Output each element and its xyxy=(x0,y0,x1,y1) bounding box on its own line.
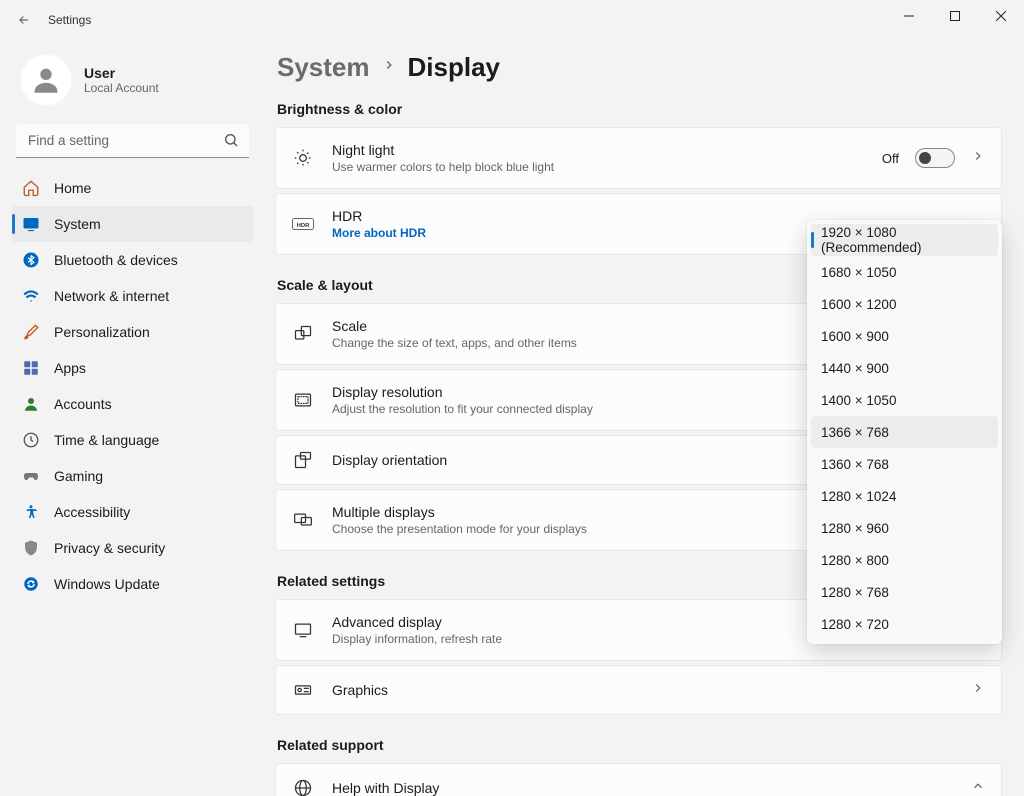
home-icon xyxy=(22,179,40,197)
section-brightness: Brightness & color xyxy=(277,101,1002,117)
resolution-option[interactable]: 1366 × 768 xyxy=(811,416,998,448)
maximize-button[interactable] xyxy=(932,0,978,32)
nav: Home System Bluetooth & devices Network … xyxy=(12,170,253,602)
nav-apps[interactable]: Apps xyxy=(12,350,253,386)
graphics-icon xyxy=(292,680,314,700)
toggle-state: Off xyxy=(882,151,899,166)
resolution-option[interactable]: 1920 × 1080 (Recommended) xyxy=(811,224,998,256)
nav-accounts[interactable]: Accounts xyxy=(12,386,253,422)
nav-label: Gaming xyxy=(54,468,103,484)
nav-bluetooth[interactable]: Bluetooth & devices xyxy=(12,242,253,278)
update-icon xyxy=(22,575,40,593)
search-input[interactable] xyxy=(16,124,249,158)
nav-label: Apps xyxy=(54,360,86,376)
nav-label: Bluetooth & devices xyxy=(54,252,178,268)
chevron-right-icon xyxy=(382,58,396,77)
nav-label: Network & internet xyxy=(54,288,169,304)
resolution-option[interactable]: 1440 × 900 xyxy=(811,352,998,384)
bluetooth-icon xyxy=(22,251,40,269)
nav-label: Privacy & security xyxy=(54,540,165,556)
resolution-option[interactable]: 1600 × 900 xyxy=(811,320,998,352)
user-name: User xyxy=(84,65,159,81)
nav-privacy[interactable]: Privacy & security xyxy=(12,530,253,566)
setting-graphics[interactable]: Graphics xyxy=(275,665,1002,715)
nav-label: Time & language xyxy=(54,432,159,448)
monitor-icon xyxy=(292,620,314,640)
chevron-up-icon xyxy=(971,779,985,796)
resolution-option[interactable]: 1280 × 800 xyxy=(811,544,998,576)
shield-icon xyxy=(22,539,40,557)
nav-personalization[interactable]: Personalization xyxy=(12,314,253,350)
nav-label: Personalization xyxy=(54,324,150,340)
window-controls xyxy=(886,0,1024,32)
svg-text:HDR: HDR xyxy=(297,223,310,229)
back-button[interactable] xyxy=(8,4,40,36)
nav-label: Accounts xyxy=(54,396,112,412)
clock-icon xyxy=(22,431,40,449)
resolution-option[interactable]: 1400 × 1050 xyxy=(811,384,998,416)
user-account-type: Local Account xyxy=(84,81,159,95)
resolution-option[interactable]: 1360 × 768 xyxy=(811,448,998,480)
brush-icon xyxy=(22,323,40,341)
setting-help[interactable]: Help with Display xyxy=(275,763,1002,796)
nav-label: Home xyxy=(54,180,91,196)
sidebar: User Local Account Home System Bluetooth… xyxy=(0,40,265,796)
nav-gaming[interactable]: Gaming xyxy=(12,458,253,494)
nav-update[interactable]: Windows Update xyxy=(12,566,253,602)
gamepad-icon xyxy=(22,467,40,485)
resolution-option[interactable]: 1600 × 1200 xyxy=(811,288,998,320)
setting-subtitle: Use warmer colors to help block blue lig… xyxy=(332,160,864,174)
person-icon xyxy=(22,395,40,413)
breadcrumb-parent[interactable]: System xyxy=(277,52,370,83)
night-light-toggle[interactable] xyxy=(915,148,955,168)
close-button[interactable] xyxy=(978,0,1024,32)
globe-icon xyxy=(292,778,314,796)
nav-system[interactable]: System xyxy=(12,206,253,242)
nav-label: Windows Update xyxy=(54,576,160,592)
resolution-option[interactable]: 1280 × 720 xyxy=(811,608,998,640)
sun-icon xyxy=(292,148,314,168)
setting-title: Night light xyxy=(332,142,864,158)
setting-title: Graphics xyxy=(332,682,953,698)
chevron-right-icon xyxy=(971,681,985,700)
window-title: Settings xyxy=(48,13,91,27)
avatar-icon xyxy=(20,54,72,106)
nav-network[interactable]: Network & internet xyxy=(12,278,253,314)
nav-home[interactable]: Home xyxy=(12,170,253,206)
scale-icon xyxy=(292,324,314,344)
section-support: Related support xyxy=(277,737,1002,753)
nav-label: System xyxy=(54,216,101,232)
minimize-button[interactable] xyxy=(886,0,932,32)
system-icon xyxy=(22,215,40,233)
resolution-option[interactable]: 1280 × 768 xyxy=(811,576,998,608)
wifi-icon xyxy=(22,287,40,305)
resolution-dropdown: 1920 × 1080 (Recommended) 1680 × 1050 16… xyxy=(807,220,1002,644)
resolution-option[interactable]: 1280 × 960 xyxy=(811,512,998,544)
main-content: System Display Brightness & color Night … xyxy=(265,40,1024,796)
page-title: Display xyxy=(408,52,501,83)
breadcrumb: System Display xyxy=(277,52,1002,83)
nav-accessibility[interactable]: Accessibility xyxy=(12,494,253,530)
accessibility-icon xyxy=(22,503,40,521)
search-icon xyxy=(223,132,239,153)
resolution-option[interactable]: 1680 × 1050 xyxy=(811,256,998,288)
hdr-icon: HDR xyxy=(292,217,314,231)
apps-icon xyxy=(22,359,40,377)
setting-night-light[interactable]: Night light Use warmer colors to help bl… xyxy=(275,127,1002,189)
orientation-icon xyxy=(292,450,314,470)
search-box xyxy=(16,124,249,158)
resolution-icon xyxy=(292,390,314,410)
chevron-right-icon[interactable] xyxy=(971,149,985,168)
nav-time-language[interactable]: Time & language xyxy=(12,422,253,458)
user-profile[interactable]: User Local Account xyxy=(12,48,253,120)
nav-label: Accessibility xyxy=(54,504,130,520)
resolution-option[interactable]: 1280 × 1024 xyxy=(811,480,998,512)
monitors-icon xyxy=(292,510,314,530)
setting-title: Help with Display xyxy=(332,780,953,796)
